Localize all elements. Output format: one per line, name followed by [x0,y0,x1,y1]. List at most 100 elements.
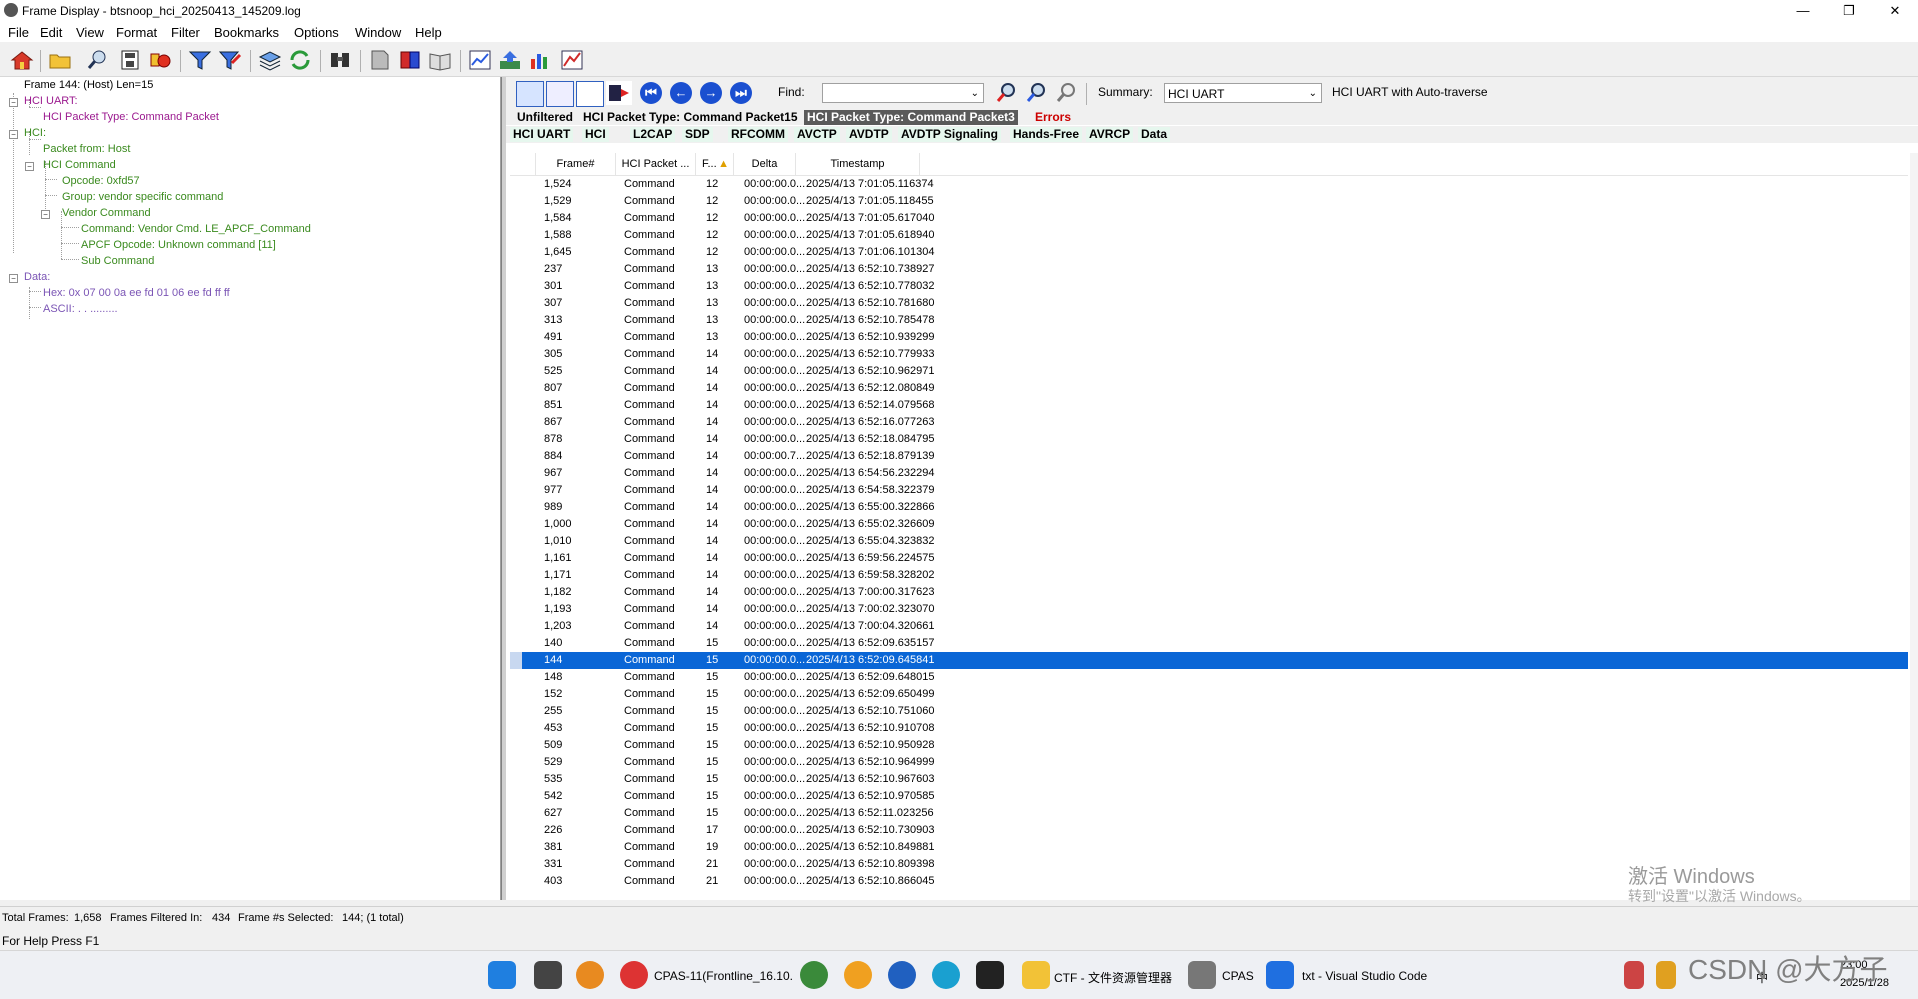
frame-list[interactable]: Frame# HCI Packet ... F... ▲ Delta Timest… [510,153,1908,900]
binoculars-icon[interactable] [328,49,352,71]
vscode-icon[interactable] [1266,961,1294,989]
taskbar-app-label[interactable]: txt - Visual Studio Code [1302,969,1427,983]
tab-unfiltered[interactable]: Unfiltered [514,110,576,125]
table-row-selected[interactable]: 144 Command 15 00:00:00.0... 2025/4/13 6:52:… [510,652,1908,669]
table-row[interactable]: 967 Command 14 00:00:00.0... 2025/4/13 6:54:… [510,465,1908,482]
first-frame-button[interactable]: ⏮ [640,82,662,104]
tab-l2cap[interactable]: L2CAP [630,127,676,142]
table-row[interactable]: 627 Command 15 00:00:00.0... 2025/4/13 6:52:… [510,805,1908,822]
tree-node-hci[interactable]: HCI: [24,127,46,139]
folder-icon[interactable] [1022,961,1050,989]
firefox-icon[interactable] [888,961,916,989]
table-row[interactable]: 237 Command 13 00:00:00.0... 2025/4/13 6:52:… [510,261,1908,278]
table-row[interactable]: 313 Command 13 00:00:00.0... 2025/4/13 6:52:… [510,312,1908,329]
tree-node-packet-type[interactable]: HCI Packet Type: Command Packet [43,111,219,123]
bar-chart-icon[interactable] [528,49,552,71]
save-icon[interactable] [118,49,142,71]
column-frame[interactable]: Frame# [536,153,616,175]
table-row[interactable]: 1,193 Command 14 00:00:00.0... 2025/4/13 7:0… [510,601,1908,618]
tab-hci[interactable]: HCI [582,127,609,142]
table-row[interactable]: 305 Command 14 00:00:00.0... 2025/4/13 6:52:… [510,346,1908,363]
taskbar-app-label[interactable]: CTF - 文件资源管理器 [1054,969,1172,986]
layout-pane-icon[interactable] [516,81,544,107]
browser-icon[interactable] [844,961,872,989]
table-row[interactable]: 140 Command 15 00:00:00.0... 2025/4/13 6:52:… [510,635,1908,652]
tree-node-group[interactable]: Group: vendor specific command [62,191,223,203]
layers-icon[interactable] [258,49,282,71]
minimize-button[interactable]: — [1780,0,1826,22]
open-book-icon[interactable] [428,49,452,71]
table-row[interactable]: 1,161 Command 14 00:00:00.0... 2025/4/13 6:5… [510,550,1908,567]
table-row[interactable]: 1,588 Command 12 00:00:00.0... 2025/4/13 7:0… [510,227,1908,244]
table-row[interactable]: 977 Command 14 00:00:00.0... 2025/4/13 6:54:… [510,482,1908,499]
collapse-toggle[interactable]: − [41,210,50,219]
table-row[interactable]: 867 Command 14 00:00:00.0... 2025/4/13 6:52:… [510,414,1908,431]
table-row[interactable]: 1,171 Command 14 00:00:00.0... 2025/4/13 6:5… [510,567,1908,584]
table-row[interactable]: 1,203 Command 14 00:00:00.0... 2025/4/13 7:0… [510,618,1908,635]
tree-node-ascii[interactable]: ASCII: . . ......... [43,303,118,315]
tab-avctp[interactable]: AVCTP [794,127,840,142]
table-row[interactable]: 807 Command 14 00:00:00.0... 2025/4/13 6:52:… [510,380,1908,397]
collapse-toggle[interactable]: − [9,274,18,283]
tab-data[interactable]: Data [1138,127,1171,142]
table-row[interactable]: 1,010 Command 14 00:00:00.0... 2025/4/13 6:5… [510,533,1908,550]
filter-edit-icon[interactable] [218,49,242,71]
table-row[interactable]: 1,000 Command 14 00:00:00.0... 2025/4/13 6:5… [510,516,1908,533]
export-icon[interactable] [498,49,522,71]
tab-command-packet15[interactable]: HCI Packet Type: Command Packet15 [580,110,801,125]
tab-hci-uart[interactable]: HCI UART [510,127,574,142]
column-f[interactable]: F... ▲ [696,153,734,175]
menu-view[interactable]: View [76,25,104,40]
taskbar-app-label[interactable]: CPAS [1222,969,1254,983]
table-row[interactable]: 491 Command 13 00:00:00.0... 2025/4/13 6:52:… [510,329,1908,346]
search-icon[interactable] [86,49,110,71]
cpas-icon[interactable] [1188,961,1216,989]
table-row[interactable]: 453 Command 15 00:00:00.0... 2025/4/13 6:52:… [510,720,1908,737]
next-frame-button[interactable]: → [700,82,722,104]
tree-node-apcf-opcode[interactable]: APCF Opcode: Unknown command [11] [81,239,276,251]
table-row[interactable]: 301 Command 13 00:00:00.0... 2025/4/13 6:52:… [510,278,1908,295]
tray-app-icon[interactable] [1656,961,1676,989]
table-row[interactable]: 884 Command 14 00:00:00.7... 2025/4/13 6:52:… [510,448,1908,465]
table-row[interactable]: 851 Command 14 00:00:00.0... 2025/4/13 6:52:… [510,397,1908,414]
find-next-icon[interactable] [994,81,1020,105]
tab-errors[interactable]: Errors [1032,110,1074,125]
home-icon[interactable] [10,49,34,71]
chrome-icon[interactable] [620,961,648,989]
table-row[interactable]: 152 Command 15 00:00:00.0... 2025/4/13 6:52:… [510,686,1908,703]
tree-node-frame[interactable]: Frame 144: (Host) Len=15 [24,79,153,91]
find-options-icon[interactable] [1054,81,1080,105]
menu-options[interactable]: Options [294,25,339,40]
decode-tree-pane[interactable]: − − − − − Frame 144: (Host) Len=15 HCI U… [0,77,501,900]
table-row[interactable]: 535 Command 15 00:00:00.0... 2025/4/13 6:52:… [510,771,1908,788]
menu-file[interactable]: File [8,25,29,40]
book-icon[interactable] [398,49,422,71]
menu-filter[interactable]: Filter [171,25,200,40]
collapse-toggle[interactable]: − [9,130,18,139]
table-row[interactable]: 509 Command 15 00:00:00.0... 2025/4/13 6:52:… [510,737,1908,754]
chart-icon[interactable] [468,49,492,71]
tab-sdp[interactable]: SDP [682,127,713,142]
taskbar-app-label[interactable]: CPAS-11(Frontline_16.10. [654,969,793,983]
list-view-icon[interactable] [576,81,604,107]
tree-node-packet-from[interactable]: Packet from: Host [43,143,130,155]
tree-node-vendor-command[interactable]: Vendor Command [62,207,151,219]
table-row[interactable]: 1,645 Command 12 00:00:00.0... 2025/4/13 7:0… [510,244,1908,261]
column-delta[interactable]: Delta [734,153,796,175]
start-icon[interactable] [488,961,516,989]
tree-node-hci-command[interactable]: HCI Command [43,159,116,171]
table-row[interactable]: 1,529 Command 12 00:00:00.0... 2025/4/13 7:0… [510,193,1908,210]
stats-icon[interactable] [148,49,172,71]
prev-frame-button[interactable]: ← [670,82,692,104]
tree-node-hci-uart[interactable]: HCI UART: [24,95,78,107]
find-prev-icon[interactable] [1024,81,1050,105]
table-row[interactable]: 381 Command 19 00:00:00.0... 2025/4/13 6:52:… [510,839,1908,856]
menu-bookmarks[interactable]: Bookmarks [214,25,279,40]
tab-command-packet3[interactable]: HCI Packet Type: Command Packet3 [804,110,1018,125]
vertical-scrollbar[interactable] [1910,153,1918,900]
tab-avdtp-signaling[interactable]: AVDTP Signaling [898,127,1001,142]
refresh-icon[interactable] [288,49,312,71]
table-row[interactable]: 878 Command 14 00:00:00.0... 2025/4/13 6:52:… [510,431,1908,448]
tree-node-data[interactable]: Data: [24,271,50,283]
table-row[interactable]: 226 Command 17 00:00:00.0... 2025/4/13 6:52:… [510,822,1908,839]
